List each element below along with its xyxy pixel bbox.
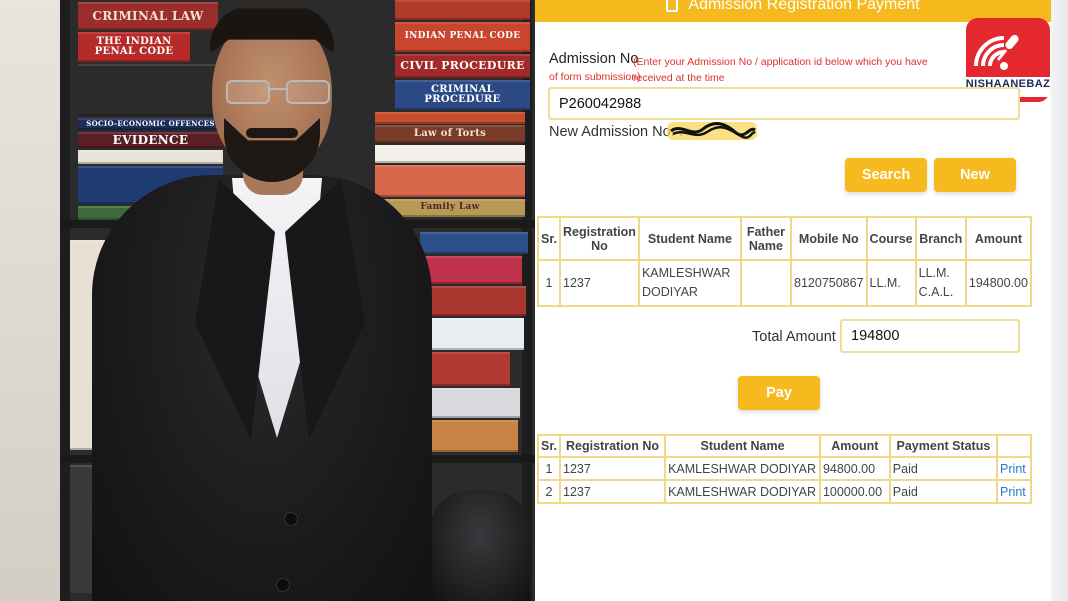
new-button[interactable]: New (934, 158, 1016, 192)
col-header: Amount (964, 216, 1033, 261)
admission-no-input[interactable] (548, 87, 1020, 120)
col-header: Sr. (537, 216, 561, 261)
broadcast-icon (974, 34, 1019, 70)
student-table: Sr. Registration No Student Name Father … (537, 216, 1033, 307)
cell-payment-status: Paid (888, 456, 999, 481)
col-header: Branch (914, 216, 967, 261)
cell-course: LL.M. (865, 259, 917, 307)
cell-amount: 94800.00 (818, 456, 891, 481)
new-admission-label: New Admission No. : (549, 124, 683, 140)
cell-reg-no: 1237 (558, 456, 667, 481)
cell-mobile: 8120750867 (790, 259, 868, 307)
pay-button[interactable]: Pay (738, 376, 820, 410)
cell-sr: 1 (537, 259, 561, 307)
cell-payment-status: Paid (888, 479, 999, 504)
file-icon (666, 0, 679, 12)
cell-student-name: KAMLESHWAR DODIYAR (664, 479, 821, 504)
admission-no-label: Admission No (549, 51, 639, 67)
cell-reg-no: 1237 (559, 259, 640, 307)
cell-amount: 194800.00 (964, 259, 1033, 307)
redacted-scribble (667, 122, 757, 140)
eyeglasses (226, 80, 330, 106)
admission-hint: (Enter your Admission No / application i… (633, 56, 928, 84)
cell-reg-no: 1237 (558, 479, 667, 504)
person (0, 0, 535, 601)
col-header: Father Name (739, 216, 793, 261)
table-row: 1 1237 KAMLESHWAR DODIYAR 94800.00 Paid … (537, 456, 1032, 481)
cell-branch: LL.M. C.A.L. (914, 259, 967, 307)
col-header: Student Name (664, 434, 821, 458)
payment-screen: Admission Registration Payment NISHAANEB… (535, 0, 1068, 601)
print-link[interactable]: Print (996, 456, 1032, 481)
cell-student-name: KAMLESHWAR DODIYAR (637, 259, 742, 307)
col-header: Registration No (558, 434, 667, 458)
cell-father-name (739, 259, 793, 307)
person-photo: CRIMINAL LAW THE INDIAN PENAL CODE SOCIO… (0, 0, 535, 601)
col-header: Course (865, 216, 917, 261)
table-row: 2 1237 KAMLESHWAR DODIYAR 100000.00 Paid… (537, 479, 1032, 504)
search-button[interactable]: Search (845, 158, 927, 192)
mustache (246, 128, 298, 138)
table-header-row: Sr. Registration No Student Name Amount … (537, 434, 1032, 458)
col-header: Student Name (637, 216, 742, 261)
col-header: Payment Status (888, 434, 999, 458)
jacket-button (276, 578, 290, 592)
cell-sr: 2 (537, 479, 561, 504)
col-header: Amount (818, 434, 891, 458)
cell-sr: 1 (537, 456, 561, 481)
col-header (996, 434, 1032, 458)
admission-hint-continued: of form submission) (549, 71, 641, 83)
col-header: Sr. (537, 434, 561, 458)
cell-student-name: KAMLESHWAR DODIYAR (664, 456, 821, 481)
print-link[interactable]: Print (996, 479, 1032, 504)
col-header: Registration No (559, 216, 640, 261)
table-row: 1 1237 KAMLESHWAR DODIYAR 8120750867 LL.… (537, 259, 1033, 307)
table-header-row: Sr. Registration No Student Name Father … (537, 216, 1033, 261)
payment-table: Sr. Registration No Student Name Amount … (537, 434, 1032, 504)
total-amount-input[interactable] (840, 319, 1020, 353)
page-title: Admission Registration Payment (688, 0, 920, 13)
page-edge (1051, 0, 1068, 601)
jacket-button (284, 512, 298, 526)
total-amount-label: Total Amount : (752, 329, 844, 345)
col-header: Mobile No (790, 216, 868, 261)
cell-amount: 100000.00 (818, 479, 891, 504)
